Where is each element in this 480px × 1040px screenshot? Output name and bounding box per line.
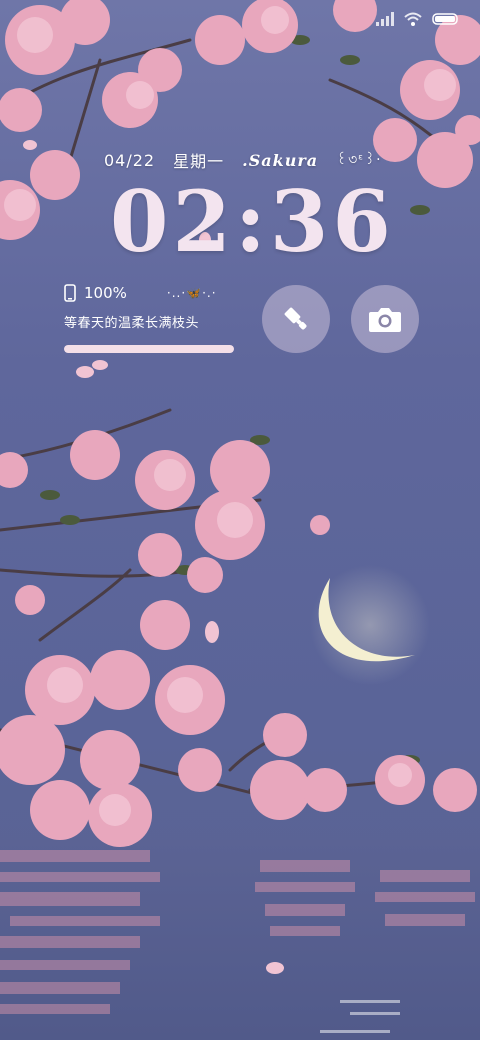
- butterfly-deco: ·..·🦋·.·: [166, 286, 217, 300]
- wifi-icon: [404, 12, 422, 26]
- battery-progress-fill: [64, 345, 234, 353]
- battery-percent: 100%: [84, 284, 127, 302]
- camera-icon: [369, 308, 401, 332]
- signal-icon: [376, 12, 394, 26]
- battery-row: 100% ·..·🦋·.·: [64, 284, 236, 302]
- lock-screen: 04/22 星期一 .Sakura ꒰৩ᵋ꒱· 02:36 100% ·..·🦋…: [0, 0, 480, 1040]
- brush-icon: [284, 307, 307, 330]
- date-text: 04/22: [104, 150, 156, 170]
- battery-widget: 100% ·..·🦋·.· 等春天的温柔长满枝头: [64, 284, 236, 353]
- phone-icon: [64, 284, 76, 302]
- motto-text: 等春天的温柔长满枝头: [64, 316, 200, 331]
- brand-text: .Sakura: [242, 150, 319, 170]
- decoration-text: ꒰৩ᵋ꒱·: [336, 152, 382, 168]
- camera-button[interactable]: [351, 285, 419, 353]
- battery-progress-bar: [64, 345, 234, 353]
- weekday-text: 星期一: [173, 152, 225, 171]
- clock-time: 02:36: [110, 172, 395, 271]
- theme-brush-button[interactable]: [262, 285, 330, 353]
- date-row: 04/22 星期一 .Sakura ꒰৩ᵋ꒱·: [104, 148, 382, 172]
- status-bar: [376, 12, 460, 26]
- battery-icon: [432, 13, 458, 25]
